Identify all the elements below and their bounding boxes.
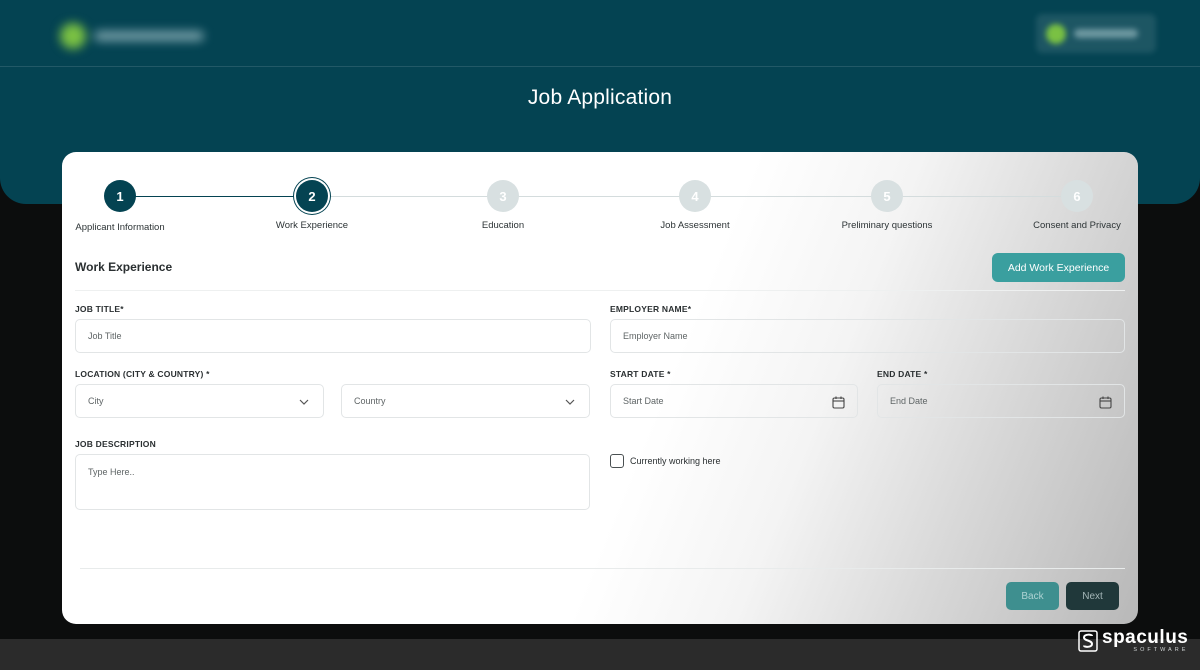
employer-name-placeholder: Employer Name	[623, 331, 688, 341]
start-date-input[interactable]: Start Date	[610, 384, 858, 418]
spaculus-watermark: spaculus SOFTWARE	[1078, 628, 1188, 654]
top-nav	[0, 0, 1200, 67]
calendar-icon[interactable]	[1098, 395, 1112, 409]
step-number: 4	[679, 180, 711, 212]
step-label: Preliminary questions	[841, 220, 933, 231]
step-number: 3	[487, 180, 519, 212]
add-work-experience-button[interactable]: Add Work Experience	[992, 253, 1125, 282]
calendar-icon[interactable]	[831, 395, 845, 409]
logo-text-blurred	[94, 30, 204, 41]
user-name-blurred	[1074, 29, 1138, 38]
step-label: Job Assessment	[660, 220, 730, 231]
section-divider	[75, 290, 1125, 291]
start-date-label: START DATE *	[610, 369, 671, 379]
section-title: Work Experience	[75, 260, 173, 274]
start-date-placeholder: Start Date	[623, 396, 664, 406]
footer-divider	[80, 568, 1125, 569]
chevron-down-icon	[297, 395, 311, 409]
step-work-experience[interactable]: 2 Work Experience	[227, 180, 397, 231]
step-education[interactable]: 3 Education	[418, 180, 588, 231]
step-preliminary-questions[interactable]: 5 Preliminary questions	[802, 180, 972, 231]
end-date-label: END DATE *	[877, 369, 928, 379]
currently-working-label: Currently working here	[630, 456, 721, 466]
job-title-placeholder: Job Title	[88, 331, 122, 341]
blurred-logo[interactable]	[60, 18, 222, 53]
job-description-placeholder: Type Here..	[88, 467, 135, 477]
job-description-textarea[interactable]: Type Here..	[75, 454, 590, 510]
step-label: Education	[481, 220, 525, 231]
back-button[interactable]: Back	[1006, 582, 1059, 610]
job-title-input[interactable]: Job Title	[75, 319, 591, 353]
brand-name: spaculus	[1102, 627, 1189, 648]
brand-subtitle: SOFTWARE	[1133, 647, 1189, 653]
user-avatar-icon	[1046, 23, 1066, 44]
currently-working-checkbox[interactable]	[610, 454, 624, 468]
blurred-user-menu[interactable]	[1036, 14, 1156, 53]
city-placeholder: City	[88, 396, 104, 406]
city-select[interactable]: City	[75, 384, 324, 418]
step-consent-and-privacy[interactable]: 6 Consent and Privacy	[992, 180, 1138, 231]
step-number: 2	[296, 180, 328, 212]
employer-name-label: EMPLOYER NAME*	[610, 304, 692, 314]
step-label: Applicant Information	[75, 222, 165, 233]
job-description-label: JOB DESCRIPTION	[75, 439, 156, 449]
country-select[interactable]: Country	[341, 384, 590, 418]
end-date-input[interactable]: End Date	[877, 384, 1125, 418]
step-label: Consent and Privacy	[1033, 220, 1121, 231]
employer-name-input[interactable]: Employer Name	[610, 319, 1125, 353]
chevron-down-icon	[563, 395, 577, 409]
country-placeholder: Country	[354, 396, 386, 406]
location-label: LOCATION (CITY & COUNTRY) *	[75, 369, 210, 379]
page-title: Job Application	[527, 86, 673, 109]
bottom-bar	[0, 639, 1200, 670]
step-number: 6	[1061, 180, 1093, 212]
next-button[interactable]: Next	[1066, 582, 1119, 610]
logo-icon	[60, 22, 86, 49]
step-number: 1	[104, 180, 136, 212]
currently-working-row[interactable]: Currently working here	[610, 454, 721, 468]
end-date-placeholder: End Date	[890, 396, 928, 406]
step-number: 5	[871, 180, 903, 212]
spaculus-logo-icon	[1078, 630, 1098, 652]
step-label: Work Experience	[275, 220, 349, 231]
job-title-label: JOB TITLE*	[75, 304, 124, 314]
step-applicant-information[interactable]: 1 Applicant Information	[62, 180, 205, 233]
step-job-assessment[interactable]: 4 Job Assessment	[610, 180, 780, 231]
application-card: 1 Applicant Information 2 Work Experienc…	[62, 152, 1138, 624]
progress-stepper: 1 Applicant Information 2 Work Experienc…	[62, 180, 1138, 240]
